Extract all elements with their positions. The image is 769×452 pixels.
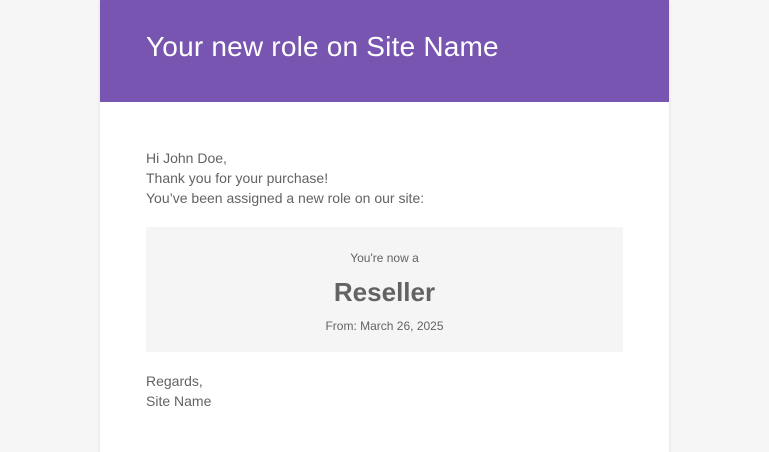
greeting-block: Hi John Doe, Thank you for your purchase… — [146, 148, 623, 208]
thanks-text: Thank you for your purchase! — [146, 170, 329, 186]
email-header: Your new role on Site Name — [100, 0, 669, 102]
role-box: You're now a Reseller From: March 26, 20… — [146, 227, 623, 352]
role-from-date: From: March 26, 2025 — [325, 319, 444, 333]
email-card: Your new role on Site Name Hi John Doe, … — [100, 0, 669, 452]
greeting-text: Hi John Doe, — [146, 150, 227, 166]
regards-text: Regards, — [146, 373, 203, 389]
email-title: Your new role on Site Name — [146, 31, 499, 62]
signoff-block: Regards, Site Name — [146, 371, 623, 411]
role-intro: You're now a — [350, 251, 419, 265]
signature-text: Site Name — [146, 393, 212, 409]
email-body: Hi John Doe, Thank you for your purchase… — [100, 102, 669, 411]
assigned-text: You’ve been assigned a new role on our s… — [146, 190, 425, 206]
role-name: Reseller — [333, 277, 436, 307]
